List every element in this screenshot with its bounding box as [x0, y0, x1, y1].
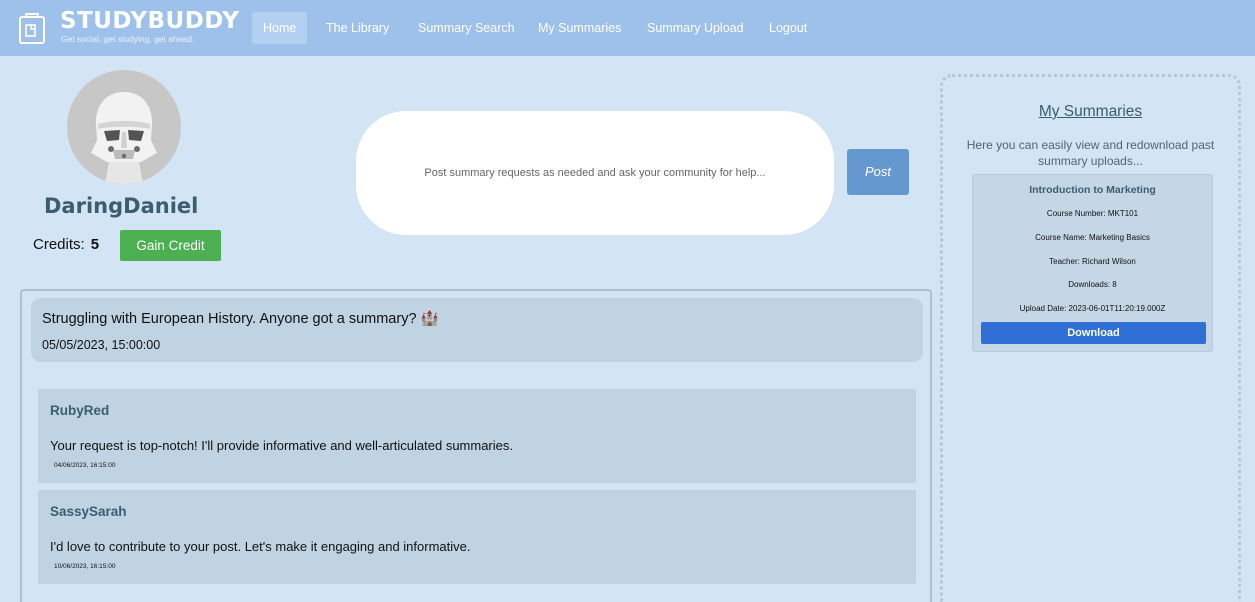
nav-summary-search[interactable]: Summary Search [407, 12, 526, 44]
summary-course-name: Course Name: Marketing Basics [1035, 233, 1150, 242]
gain-credit-button[interactable]: Gain Credit [120, 230, 221, 261]
summary-downloads: Downloads: 8 [1068, 280, 1117, 289]
comment-date: 10/06/2023, 16:15:00 [54, 563, 116, 570]
summary-upload-date: Upload Date: 2023-06-01T11:20:19.000Z [1019, 304, 1166, 313]
nav-logout[interactable]: Logout [758, 12, 818, 44]
credits-label: Credits: [33, 236, 85, 253]
comment-item: SassySarah I'd love to contribute to you… [38, 490, 916, 584]
my-summaries-sidebar: My Summaries Here you can easily view an… [940, 74, 1241, 602]
nav-library[interactable]: The Library [315, 12, 400, 44]
nav-summary-upload[interactable]: Summary Upload [636, 12, 755, 44]
comment-item: RubyRed Your request is top-notch! I'll … [38, 389, 916, 483]
post-title: Struggling with European History. Anyone… [42, 311, 439, 327]
post-input-placeholder: Post summary requests as needed and ask … [424, 167, 766, 179]
nav-my-summaries[interactable]: My Summaries [527, 12, 632, 44]
document-logo-icon [19, 13, 45, 44]
post-date: 05/05/2023, 15:00:00 [42, 338, 161, 352]
comment-author[interactable]: SassySarah [50, 504, 127, 519]
summary-title: Introduction to Marketing [1029, 184, 1156, 196]
comment-author[interactable]: RubyRed [50, 403, 109, 418]
credits-value: 5 [90, 236, 100, 253]
summary-course-number: Course Number: MKT101 [1046, 209, 1139, 218]
summary-card: Introduction to Marketing Course Number:… [972, 174, 1213, 352]
avatar [67, 70, 181, 184]
sidebar-title[interactable]: My Summaries [943, 103, 1238, 121]
download-button[interactable]: Download [981, 322, 1206, 344]
sidebar-description: Here you can easily view and redownload … [966, 138, 1215, 168]
credits-display: Credits: 5 [33, 236, 99, 253]
brand-name[interactable]: STUDYBUDDY [60, 8, 239, 35]
stormtrooper-avatar-icon [91, 92, 157, 184]
top-nav: STUDYBUDDY Get social, get studying, get… [0, 0, 1255, 56]
brand-tagline: Get social, get studying, get ahead. [61, 34, 195, 44]
comment-text: I'd love to contribute to your post. Let… [50, 539, 471, 554]
feed-panel: Struggling with European History. Anyone… [20, 289, 932, 602]
comment-date: 04/06/2023, 16:15:00 [54, 462, 116, 469]
post-button[interactable]: Post [847, 149, 909, 195]
nav-home[interactable]: Home [252, 12, 308, 44]
comment-text: Your request is top-notch! I'll provide … [50, 438, 513, 453]
post-request-input[interactable]: Post summary requests as needed and ask … [356, 111, 834, 235]
summary-teacher: Teacher: Richard Wilson [1049, 257, 1136, 266]
post-header[interactable]: Struggling with European History. Anyone… [31, 298, 923, 362]
username: DaringDaniel [44, 194, 199, 218]
